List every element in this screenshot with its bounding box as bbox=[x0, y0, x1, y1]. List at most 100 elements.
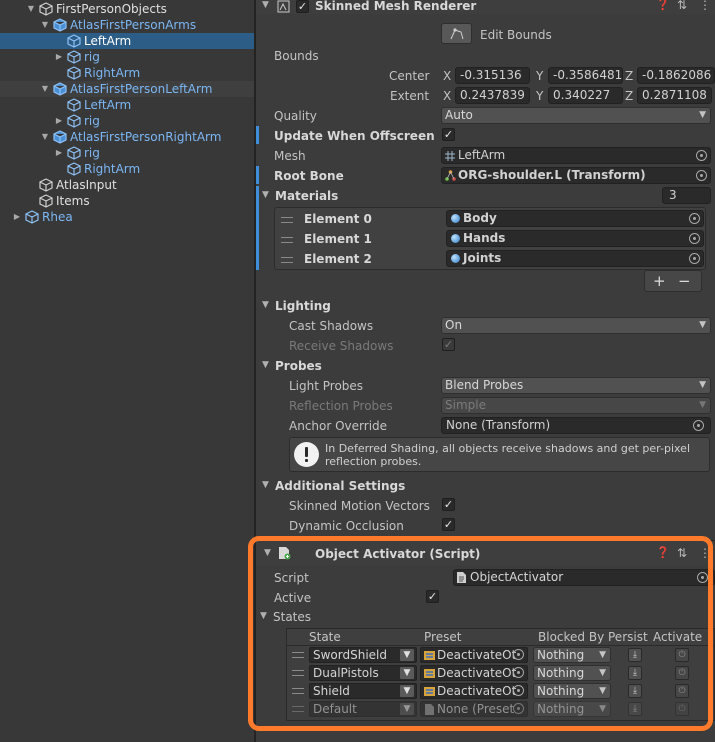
expand-arrow-icon[interactable]: ▼ bbox=[40, 17, 50, 33]
material-sphere-icon bbox=[451, 214, 460, 223]
hierarchy-item[interactable]: ▼ FirstPersonObjects bbox=[0, 1, 254, 17]
hierarchy-item[interactable]: ▼ AtlasFirstPersonRightArm bbox=[0, 129, 254, 145]
hierarchy-item-label: LeftArm bbox=[84, 34, 132, 48]
object-picker-icon[interactable] bbox=[689, 233, 700, 244]
light-probes-dropdown[interactable]: Blend Probes ▼ bbox=[441, 377, 711, 394]
hierarchy-item[interactable]: Items bbox=[0, 193, 254, 209]
expand-arrow-icon[interactable]: ▼ bbox=[40, 81, 50, 97]
materials-count-field[interactable]: 3 bbox=[662, 187, 711, 204]
hierarchy-item[interactable]: ▼ AtlasFirstPersonArms bbox=[0, 17, 254, 33]
object-picker-icon[interactable] bbox=[696, 170, 707, 181]
add-element-button[interactable]: + bbox=[653, 272, 666, 290]
hierarchy-item[interactable]: ▶ Rhea bbox=[0, 209, 254, 225]
root-bone-label: Root Bone bbox=[274, 169, 344, 183]
quality-label: Quality bbox=[274, 109, 317, 123]
bounds-label: Bounds bbox=[274, 49, 319, 63]
hierarchy-item[interactable]: LeftArm bbox=[0, 97, 254, 113]
materials-list: Element 0 Body Element 1 Hands Element 2 Join… bbox=[274, 207, 706, 270]
remove-element-button[interactable]: − bbox=[678, 272, 691, 290]
mesh-value: LeftArm bbox=[458, 148, 506, 162]
dynamic-occlusion-label: Dynamic Occlusion bbox=[289, 519, 404, 533]
extent-x-field[interactable]: 0.2437839 bbox=[455, 87, 530, 104]
collapse-arrow-icon[interactable]: ▼ bbox=[262, 0, 269, 10]
component-header-skinned-mesh[interactable]: ▼ ✓ Skinned Mesh Renderer ❓ ⇅ ⋮ bbox=[256, 0, 715, 14]
reflection-probes-dropdown: Simple ▼ bbox=[441, 397, 711, 414]
help-icon[interactable]: ❓ bbox=[656, 0, 670, 11]
center-x-field[interactable]: -0.315136 bbox=[455, 67, 530, 84]
motion-vectors-checkbox[interactable]: ✓ bbox=[442, 498, 455, 511]
hierarchy-item-label: Rhea bbox=[42, 210, 73, 224]
hierarchy-item-label: AtlasInput bbox=[56, 178, 117, 192]
materials-label: Materials bbox=[275, 189, 339, 203]
hierarchy-item[interactable]: ▶ rig bbox=[0, 113, 254, 129]
center-y-label: Y bbox=[536, 69, 544, 83]
additional-settings-foldout-icon[interactable]: ▼ bbox=[262, 480, 269, 490]
reflection-probes-label: Reflection Probes bbox=[289, 399, 393, 413]
hierarchy-panel: ▼ FirstPersonObjects ▼ AtlasFirstPersonArms… bbox=[0, 0, 254, 742]
anchor-override-field[interactable]: None (Transform) bbox=[441, 417, 711, 434]
lighting-foldout-icon[interactable]: ▼ bbox=[262, 300, 269, 310]
deferred-help-box: In Deferred Shading, all objects receive… bbox=[289, 437, 710, 472]
extent-x-label: X bbox=[443, 89, 452, 103]
update-offscreen-checkbox[interactable]: ✓ bbox=[442, 128, 455, 141]
object-picker-icon[interactable] bbox=[689, 213, 700, 224]
gameobject-cube-icon bbox=[39, 2, 53, 16]
light-probes-value: Blend Probes bbox=[445, 378, 524, 392]
gameobject-cube-icon bbox=[53, 18, 67, 32]
edit-bounds-button[interactable] bbox=[441, 23, 472, 44]
gameobject-cube-icon bbox=[67, 162, 81, 176]
preset-icon[interactable]: ⇅ bbox=[677, 0, 687, 12]
hierarchy-item[interactable]: ▶ rig bbox=[0, 49, 254, 65]
hierarchy-item[interactable]: RightArm bbox=[0, 161, 254, 177]
material-element-label: Element 2 bbox=[304, 252, 372, 266]
expand-arrow-icon[interactable]: ▼ bbox=[40, 129, 50, 145]
probes-foldout-icon[interactable]: ▼ bbox=[262, 360, 269, 370]
help-text: In Deferred Shading, all objects receive… bbox=[325, 442, 690, 468]
probes-label: Probes bbox=[275, 359, 322, 373]
gameobject-cube-icon bbox=[67, 66, 81, 80]
mesh-grid-icon bbox=[445, 151, 455, 161]
drag-handle-icon[interactable] bbox=[281, 257, 293, 263]
expand-arrow-icon[interactable]: ▼ bbox=[26, 1, 36, 17]
collapse-arrow-icon[interactable]: ▶ bbox=[54, 145, 64, 161]
reflection-probes-value: Simple bbox=[445, 398, 486, 412]
collapse-arrow-icon[interactable]: ▶ bbox=[54, 49, 64, 65]
context-menu-icon[interactable]: ⋮ bbox=[699, 0, 711, 12]
root-bone-field[interactable]: ORG-shoulder.L (Transform) bbox=[441, 167, 711, 184]
material-field[interactable]: Hands bbox=[446, 230, 704, 247]
chevron-down-icon: ▼ bbox=[699, 320, 706, 330]
cast-shadows-value: On bbox=[445, 318, 463, 332]
quality-dropdown[interactable]: Auto ▼ bbox=[441, 107, 711, 124]
hierarchy-item[interactable]: RightArm bbox=[0, 65, 254, 81]
material-field[interactable]: Joints bbox=[446, 250, 704, 267]
component-enabled-checkbox[interactable]: ✓ bbox=[296, 0, 309, 13]
extent-label: Extent bbox=[390, 89, 430, 103]
drag-handle-icon[interactable] bbox=[281, 237, 293, 243]
collapse-arrow-icon[interactable]: ▶ bbox=[12, 209, 22, 225]
dynamic-occlusion-checkbox[interactable]: ✓ bbox=[442, 518, 455, 531]
receive-shadows-label: Receive Shadows bbox=[289, 339, 394, 353]
extent-y-field[interactable]: 0.340227 bbox=[548, 87, 623, 104]
hierarchy-item-label: rig bbox=[84, 114, 100, 128]
object-picker-icon[interactable] bbox=[689, 253, 700, 264]
center-z-field[interactable]: -0.1862086 bbox=[637, 67, 715, 84]
cast-shadows-dropdown[interactable]: On ▼ bbox=[441, 317, 711, 334]
collapse-arrow-icon[interactable]: ▶ bbox=[54, 113, 64, 129]
extent-z-label: Z bbox=[625, 89, 634, 103]
hierarchy-item[interactable]: LeftArm bbox=[0, 33, 254, 49]
hierarchy-item[interactable]: ▼ AtlasFirstPersonLeftArm bbox=[0, 81, 254, 97]
gameobject-cube-icon bbox=[67, 34, 81, 48]
hierarchy-item[interactable]: AtlasInput bbox=[0, 177, 254, 193]
hierarchy-item[interactable]: ▶ rig bbox=[0, 145, 254, 161]
material-field[interactable]: Body bbox=[446, 210, 704, 227]
drag-handle-icon[interactable] bbox=[281, 217, 293, 223]
materials-foldout-icon[interactable]: ▼ bbox=[262, 190, 269, 200]
gameobject-cube-icon bbox=[39, 178, 53, 192]
object-picker-icon[interactable] bbox=[696, 150, 707, 161]
mesh-field[interactable]: LeftArm bbox=[441, 147, 711, 164]
object-picker-icon[interactable] bbox=[693, 420, 704, 431]
cast-shadows-label: Cast Shadows bbox=[289, 319, 374, 333]
extent-z-field[interactable]: 0.2871108 bbox=[637, 87, 712, 104]
center-y-field[interactable]: -0.3586481 bbox=[548, 67, 623, 84]
center-z-label: Z bbox=[625, 69, 634, 83]
